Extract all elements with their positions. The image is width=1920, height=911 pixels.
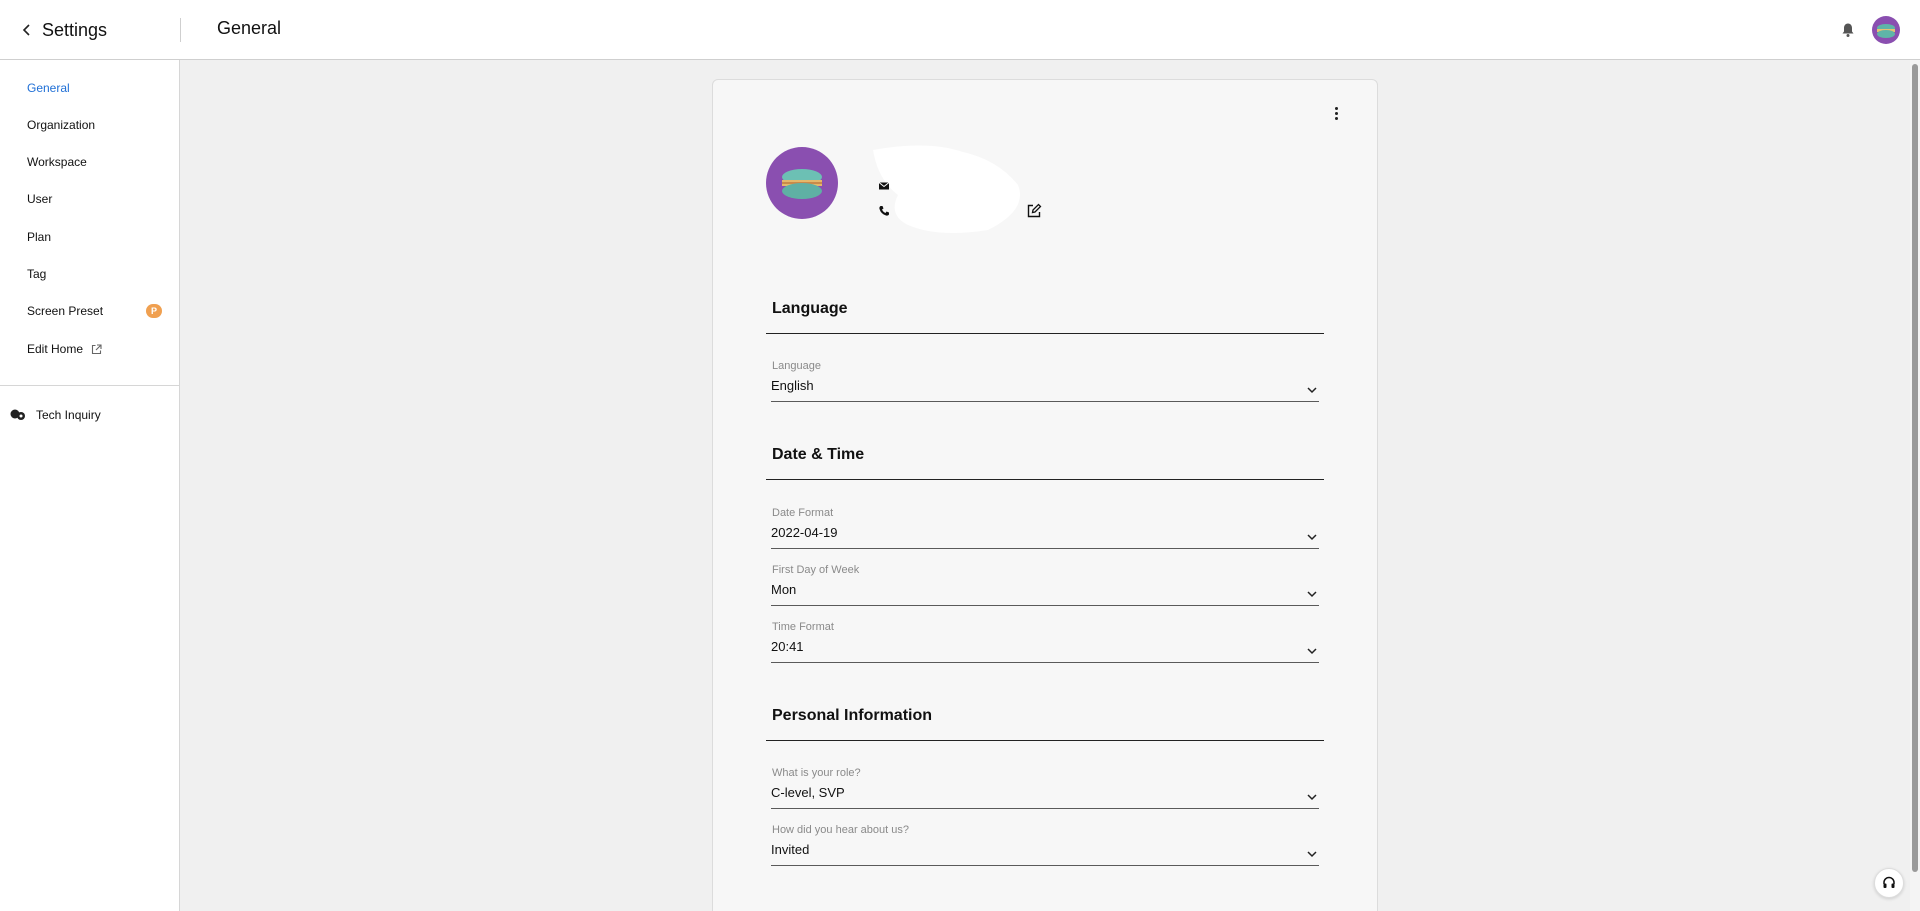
section-title-language: Language bbox=[772, 300, 848, 317]
sidebar-item-label: Workspace bbox=[27, 155, 87, 169]
referral-source-select[interactable]: Invited bbox=[771, 840, 1319, 866]
chevron-down-icon bbox=[1307, 648, 1317, 655]
field-label-role: What is your role? bbox=[772, 767, 861, 779]
sidebar-item-label: Organization bbox=[27, 118, 96, 132]
select-value: 20:41 bbox=[771, 639, 804, 654]
field-label-referral-source: How did you hear about us? bbox=[772, 824, 909, 836]
tech-inquiry-icon bbox=[10, 409, 25, 420]
sidebar-item-plan[interactable]: Plan bbox=[0, 222, 180, 252]
settings-sidebar: General Organization Workspace User Plan… bbox=[0, 60, 180, 911]
select-value: English bbox=[771, 378, 814, 393]
select-value: Invited bbox=[771, 842, 810, 857]
chevron-down-icon bbox=[1307, 591, 1317, 598]
sidebar-item-label: Plan bbox=[27, 230, 52, 244]
first-day-of-week-select[interactable]: Mon bbox=[771, 580, 1319, 606]
section-title-date-time: Date & Time bbox=[772, 446, 865, 463]
sidebar-item-organization[interactable]: Organization bbox=[0, 110, 180, 140]
main-scrollbar[interactable] bbox=[1910, 60, 1920, 911]
top-header: Settings General bbox=[0, 0, 1920, 60]
profile-name-redacted bbox=[873, 145, 1020, 234]
language-select[interactable]: English bbox=[771, 376, 1319, 402]
sidebar-item-label: Tag bbox=[27, 267, 47, 281]
select-value: C-level, SVP bbox=[771, 785, 845, 800]
edit-icon[interactable] bbox=[1026, 203, 1042, 219]
kebab-menu-icon[interactable] bbox=[1328, 102, 1344, 124]
bell-icon[interactable] bbox=[1837, 19, 1859, 41]
sidebar-item-label: Edit Home bbox=[27, 342, 84, 356]
premium-badge: P bbox=[146, 304, 162, 318]
time-format-select[interactable]: 20:41 bbox=[771, 637, 1319, 663]
scrollbar-thumb[interactable] bbox=[1912, 64, 1918, 872]
mail-icon bbox=[878, 182, 890, 190]
sidebar-item-workspace[interactable]: Workspace bbox=[0, 147, 180, 177]
chevron-down-icon bbox=[1307, 534, 1317, 541]
section-divider bbox=[766, 479, 1324, 480]
chevron-left-icon bbox=[22, 24, 30, 36]
sidebar-item-edit-home[interactable]: Edit Home bbox=[0, 334, 180, 364]
sidebar-item-tag[interactable]: Tag bbox=[0, 259, 180, 289]
user-avatar[interactable] bbox=[1872, 16, 1900, 44]
field-label-time-format: Time Format bbox=[772, 621, 834, 633]
headset-icon[interactable] bbox=[1874, 868, 1904, 898]
profile-avatar bbox=[766, 147, 838, 219]
sidebar-item-label: General bbox=[27, 81, 70, 95]
field-label-date-format: Date Format bbox=[772, 507, 834, 519]
role-select[interactable]: C-level, SVP bbox=[771, 783, 1319, 809]
back-label: Settings bbox=[42, 19, 108, 40]
phone-icon bbox=[879, 206, 889, 216]
sidebar-item-user[interactable]: User bbox=[0, 184, 180, 214]
section-divider bbox=[766, 333, 1324, 334]
select-value: Mon bbox=[771, 582, 797, 597]
sidebar-item-label: Screen Preset bbox=[27, 304, 104, 318]
field-label-language: Language bbox=[772, 360, 821, 372]
select-value: 2022-04-19 bbox=[771, 525, 838, 540]
chevron-down-icon bbox=[1307, 794, 1317, 801]
sidebar-item-label: User bbox=[27, 192, 53, 206]
tech-inquiry-label: Tech Inquiry bbox=[36, 408, 101, 422]
tech-inquiry-link[interactable]: Tech Inquiry bbox=[10, 400, 101, 430]
back-button[interactable]: Settings bbox=[20, 16, 107, 44]
chevron-down-icon bbox=[1307, 851, 1317, 858]
field-label-first-day-of-week: First Day of Week bbox=[772, 564, 860, 576]
section-divider bbox=[766, 740, 1324, 741]
external-link-icon bbox=[91, 343, 102, 354]
section-title-personal-information: Personal Information bbox=[772, 707, 933, 724]
sidebar-divider bbox=[0, 385, 180, 386]
date-format-select[interactable]: 2022-04-19 bbox=[771, 523, 1319, 549]
header-divider bbox=[180, 18, 181, 42]
chevron-down-icon bbox=[1307, 387, 1317, 394]
sidebar-item-screen-preset[interactable]: Screen Preset P bbox=[0, 296, 180, 326]
sidebar-item-general[interactable]: General bbox=[0, 73, 180, 103]
page-title: General bbox=[217, 18, 282, 38]
